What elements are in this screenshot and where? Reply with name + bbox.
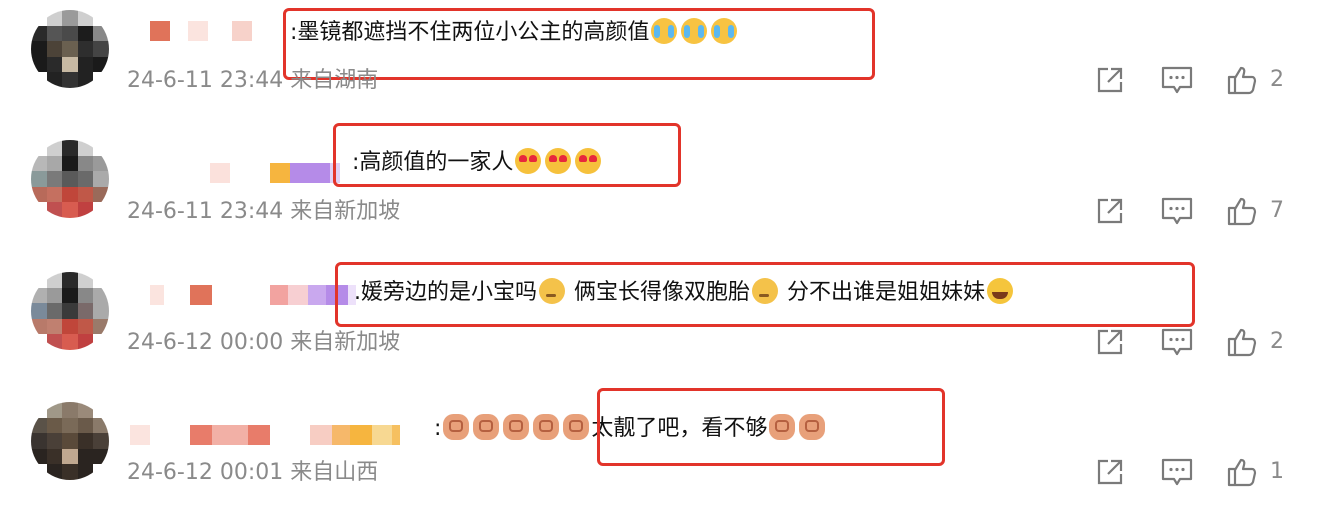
share-icon[interactable]: [1094, 326, 1126, 358]
avatar[interactable]: [31, 402, 109, 480]
like-count: 1: [1270, 459, 1284, 484]
comment-icon[interactable]: [1160, 326, 1194, 358]
comment-meta: 24-6-11 23:44 来自湖南: [127, 66, 378, 96]
timestamp: 24-6-11 23:44: [127, 68, 284, 93]
highlight-box: [597, 388, 945, 466]
username-censored[interactable]: [210, 160, 340, 186]
comment-icon[interactable]: [1160, 195, 1194, 227]
location: 来自新加坡: [290, 330, 401, 355]
highlight-box: [335, 262, 1195, 327]
highlight-box: [333, 123, 681, 187]
comment-icon[interactable]: [1160, 64, 1194, 96]
timestamp: 24-6-12 00:00: [127, 330, 284, 355]
avatar[interactable]: [31, 10, 109, 88]
fist-emoji: [533, 414, 560, 440]
share-icon[interactable]: [1094, 64, 1126, 96]
fist-emoji: [443, 414, 470, 440]
fist-emoji: [503, 414, 530, 440]
thumbs-up-icon[interactable]: [1226, 195, 1258, 227]
thumbs-up-icon[interactable]: [1226, 326, 1258, 358]
comment-meta: 24-6-12 00:01 来自山西: [127, 458, 378, 488]
avatar[interactable]: [31, 140, 109, 218]
username-censored[interactable]: [130, 422, 400, 448]
location: 来自湖南: [290, 68, 379, 93]
like-count: 2: [1270, 67, 1284, 92]
thumbs-up-icon[interactable]: [1226, 456, 1258, 488]
timestamp: 24-6-12 00:01: [127, 460, 284, 485]
comment-icon[interactable]: [1160, 456, 1194, 488]
comment-meta: 24-6-11 23:44 来自新加坡: [127, 197, 400, 227]
username-censored[interactable]: [150, 282, 356, 308]
thumbs-up-icon[interactable]: [1226, 64, 1258, 96]
fist-emoji: [473, 414, 500, 440]
share-icon[interactable]: [1094, 456, 1126, 488]
share-icon[interactable]: [1094, 195, 1126, 227]
avatar[interactable]: [31, 272, 109, 350]
like-count: 2: [1270, 329, 1284, 354]
username-censored[interactable]: [150, 18, 252, 44]
location: 来自新加坡: [290, 199, 401, 224]
location: 来自山西: [290, 460, 379, 485]
like-count: 7: [1270, 198, 1284, 223]
fist-emoji: [563, 414, 590, 440]
timestamp: 24-6-11 23:44: [127, 199, 284, 224]
comment-meta: 24-6-12 00:00 来自新加坡: [127, 328, 400, 358]
